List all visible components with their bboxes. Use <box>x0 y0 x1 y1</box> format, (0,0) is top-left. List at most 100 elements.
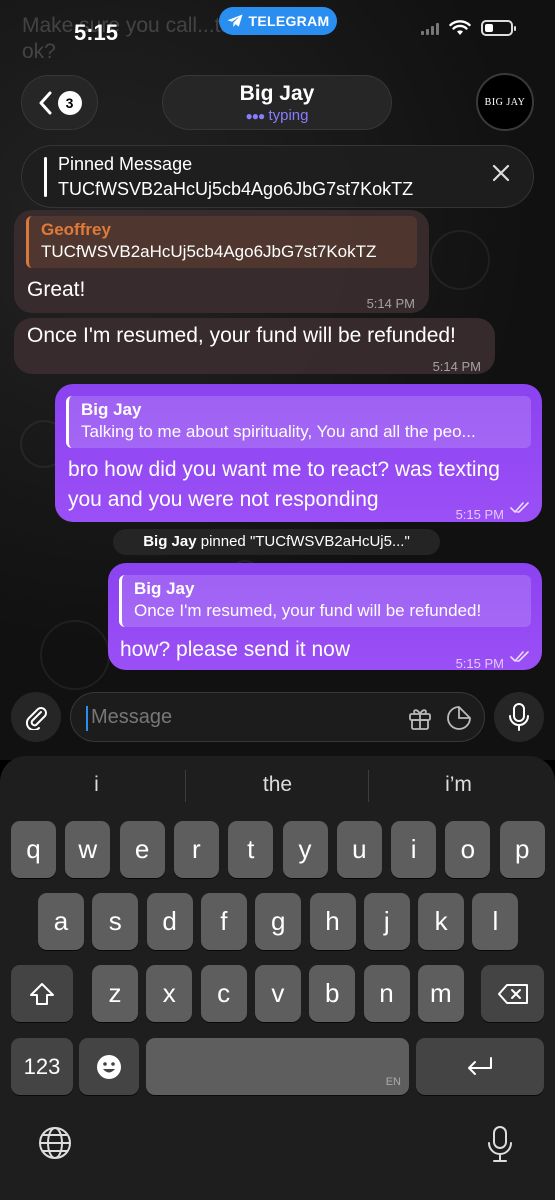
typing-status-label: typing <box>268 107 309 124</box>
close-icon[interactable] <box>491 163 511 183</box>
pinned-text: TUCfWSVB2aHcUj5cb4Ago6JbG7st7KokTZ <box>58 179 414 199</box>
key-u[interactable]: u <box>336 821 382 878</box>
unread-count-badge: 3 <box>57 90 82 115</box>
reply-text: Talking to me about spirituality, You an… <box>81 422 476 441</box>
background-message-ghost-2: ok? <box>22 40 56 63</box>
message-time: 5:14 PM <box>432 359 481 374</box>
message-text: bro how did you want me to react? was te… <box>68 458 500 481</box>
key-c[interactable]: c <box>200 965 247 1022</box>
key-m[interactable]: m <box>417 965 464 1022</box>
key-d[interactable]: d <box>146 893 193 950</box>
reply-sender: Big Jay <box>81 400 142 419</box>
suggestion-1[interactable]: i <box>4 773 189 797</box>
wifi-icon <box>449 20 471 35</box>
pinned-message-bar[interactable]: Pinned Message TUCfWSVB2aHcUj5cb4Ago6JbG… <box>21 145 534 208</box>
key-p[interactable]: p <box>499 821 545 878</box>
double-check-icon <box>510 502 529 514</box>
paperclip-icon <box>25 707 47 730</box>
text-cursor <box>86 706 88 731</box>
telegram-badge[interactable]: TELEGRAM <box>219 7 337 35</box>
key-b[interactable]: b <box>309 965 356 1022</box>
sticker-icon[interactable] <box>446 705 472 731</box>
battery-icon <box>481 20 516 36</box>
service-message-pinned[interactable]: Big Jay pinned "TUCfWSVB2aHcUj5..." <box>113 529 440 555</box>
outgoing-message[interactable]: Big Jay Talking to me about spirituality… <box>55 384 542 522</box>
key-w[interactable]: w <box>65 821 111 878</box>
message-text-line-2: you and you were not responding <box>68 488 379 511</box>
key-j[interactable]: j <box>363 893 410 950</box>
key-s[interactable]: s <box>92 893 139 950</box>
status-time: 5:15 <box>74 20 119 45</box>
message-text: how? please send it now <box>120 638 350 661</box>
dictation-icon[interactable] <box>486 1126 514 1162</box>
space-key[interactable]: EN <box>146 1038 409 1095</box>
cellular-signal-icon <box>421 21 439 35</box>
chat-title[interactable]: Big Jay ●●● typing <box>162 75 392 130</box>
reply-sender: Geoffrey <box>41 220 111 239</box>
message-input[interactable]: Message <box>70 692 485 742</box>
service-action: pinned "TUCfWSVB2aHcUj5..." <box>196 533 410 550</box>
key-l[interactable]: l <box>472 893 519 950</box>
numbers-key[interactable]: 123 <box>11 1038 73 1095</box>
reply-preview[interactable]: Big Jay Once I'm resumed, your fund will… <box>119 575 531 627</box>
key-t[interactable]: t <box>228 821 274 878</box>
suggestion-2[interactable]: the <box>185 773 370 797</box>
backspace-key[interactable] <box>481 965 544 1022</box>
message-placeholder: Message <box>91 706 173 728</box>
message-text: Once I'm resumed, your fund will be refu… <box>27 324 456 347</box>
key-f[interactable]: f <box>200 893 247 950</box>
space-language-label: EN <box>385 1076 401 1088</box>
incoming-message[interactable]: Geoffrey TUCfWSVB2aHcUj5cb4Ago6JbG7st7Ko… <box>14 210 429 313</box>
key-x[interactable]: x <box>146 965 193 1022</box>
telegram-badge-label: TELEGRAM <box>248 13 330 29</box>
globe-icon[interactable] <box>38 1126 72 1160</box>
chat-name: Big Jay <box>239 82 315 105</box>
outgoing-message[interactable]: Big Jay Once I'm resumed, your fund will… <box>108 563 542 671</box>
key-g[interactable]: g <box>255 893 302 950</box>
telegram-plane-icon <box>227 14 243 27</box>
reply-text: TUCfWSVB2aHcUj5cb4Ago6JbG7st7KokTZ <box>41 242 377 261</box>
pinned-indicator <box>44 157 47 197</box>
key-e[interactable]: e <box>119 821 165 878</box>
shift-key[interactable] <box>11 965 73 1022</box>
gift-icon[interactable] <box>407 705 433 731</box>
reply-preview[interactable]: Big Jay Talking to me about spirituality… <box>66 396 531 448</box>
typing-dots-icon: ●●● <box>245 109 266 123</box>
key-h[interactable]: h <box>309 893 356 950</box>
key-y[interactable]: y <box>282 821 328 878</box>
chevron-left-icon <box>39 91 51 114</box>
key-a[interactable]: a <box>38 893 84 950</box>
reply-preview[interactable]: Geoffrey TUCfWSVB2aHcUj5cb4Ago6JbG7st7Ko… <box>26 216 417 268</box>
microphone-icon <box>509 703 529 731</box>
key-v[interactable]: v <box>254 965 301 1022</box>
key-o[interactable]: o <box>445 821 491 878</box>
keyboard: i the i’m qwertyuiop asdfghjkl zxcvbnm 1… <box>0 756 555 1200</box>
pinned-title: Pinned Message <box>58 154 193 174</box>
key-z[interactable]: z <box>92 965 138 1022</box>
key-i[interactable]: i <box>391 821 437 878</box>
avatar[interactable]: BIG JAY <box>476 73 534 131</box>
suggestion-3[interactable]: i’m <box>366 773 551 797</box>
back-button[interactable]: 3 <box>21 75 98 130</box>
reply-sender: Big Jay <box>134 579 195 598</box>
emoji-key[interactable] <box>79 1038 139 1095</box>
avatar-logo-text: BIG JAY <box>484 96 526 108</box>
incoming-message[interactable]: Once I'm resumed, your fund will be refu… <box>14 318 495 374</box>
message-time: 5:15 PM <box>455 656 504 671</box>
status-icons <box>421 20 516 36</box>
double-check-icon <box>510 651 529 663</box>
return-key[interactable] <box>416 1038 544 1095</box>
message-time: 5:15 PM <box>455 507 504 522</box>
reply-text: Once I'm resumed, your fund will be refu… <box>134 601 482 620</box>
message-time: 5:14 PM <box>366 296 415 311</box>
attach-button[interactable] <box>11 692 61 742</box>
shift-icon <box>30 982 54 1005</box>
key-q[interactable]: q <box>11 821 56 878</box>
key-k[interactable]: k <box>418 893 465 950</box>
message-text: Great! <box>27 278 86 301</box>
service-actor: Big Jay <box>143 533 197 550</box>
key-r[interactable]: r <box>173 821 219 878</box>
typing-status: ●●● typing <box>163 107 391 124</box>
key-n[interactable]: n <box>363 965 410 1022</box>
voice-message-button[interactable] <box>494 692 544 742</box>
